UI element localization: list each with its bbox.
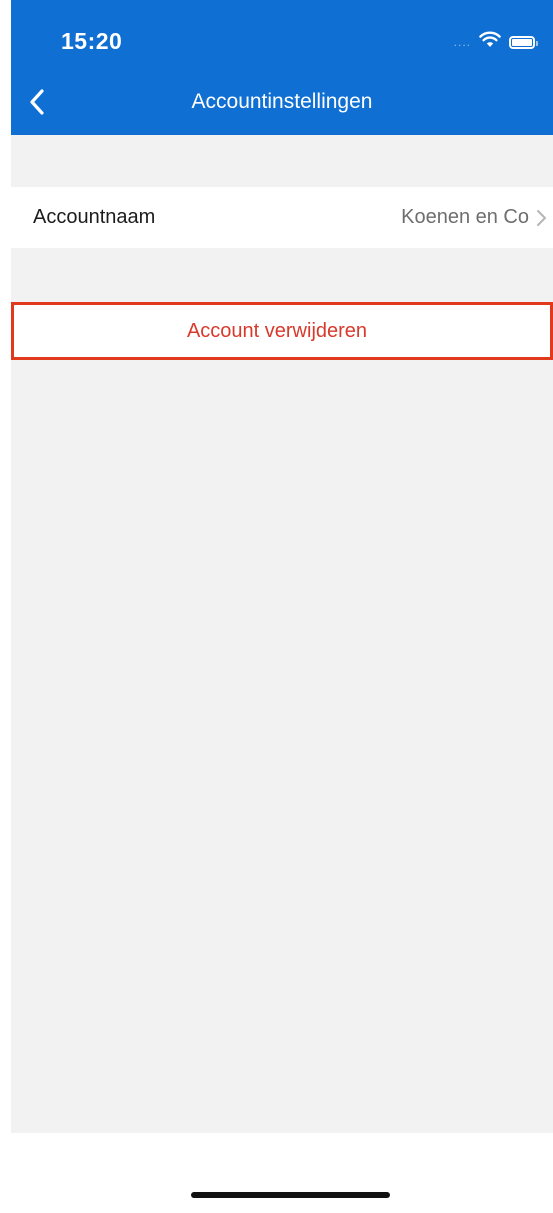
account-name-label: Accountnaam (33, 206, 156, 228)
delete-account-button[interactable]: Account verwijderen (11, 302, 553, 360)
chevron-right-icon (535, 207, 549, 229)
settings-screen: 15:20 .... Accountinstellingen Accountna… (11, 0, 553, 1133)
page-title: Accountinstellingen (191, 90, 373, 113)
status-time: 15:20 (61, 28, 123, 54)
account-name-value: Koenen en Co (401, 206, 529, 228)
account-name-row[interactable]: Accountnaam Koenen en Co (11, 187, 553, 248)
cellular-signal: .... (453, 35, 471, 49)
wifi-icon (479, 31, 501, 53)
home-indicator[interactable] (191, 1192, 390, 1198)
delete-account-label: Account verwijderen (186, 319, 368, 342)
top-navigation-bar: 15:20 .... Accountinstellingen (11, 0, 553, 135)
battery-icon (509, 35, 538, 49)
status-icons: .... (453, 28, 538, 56)
